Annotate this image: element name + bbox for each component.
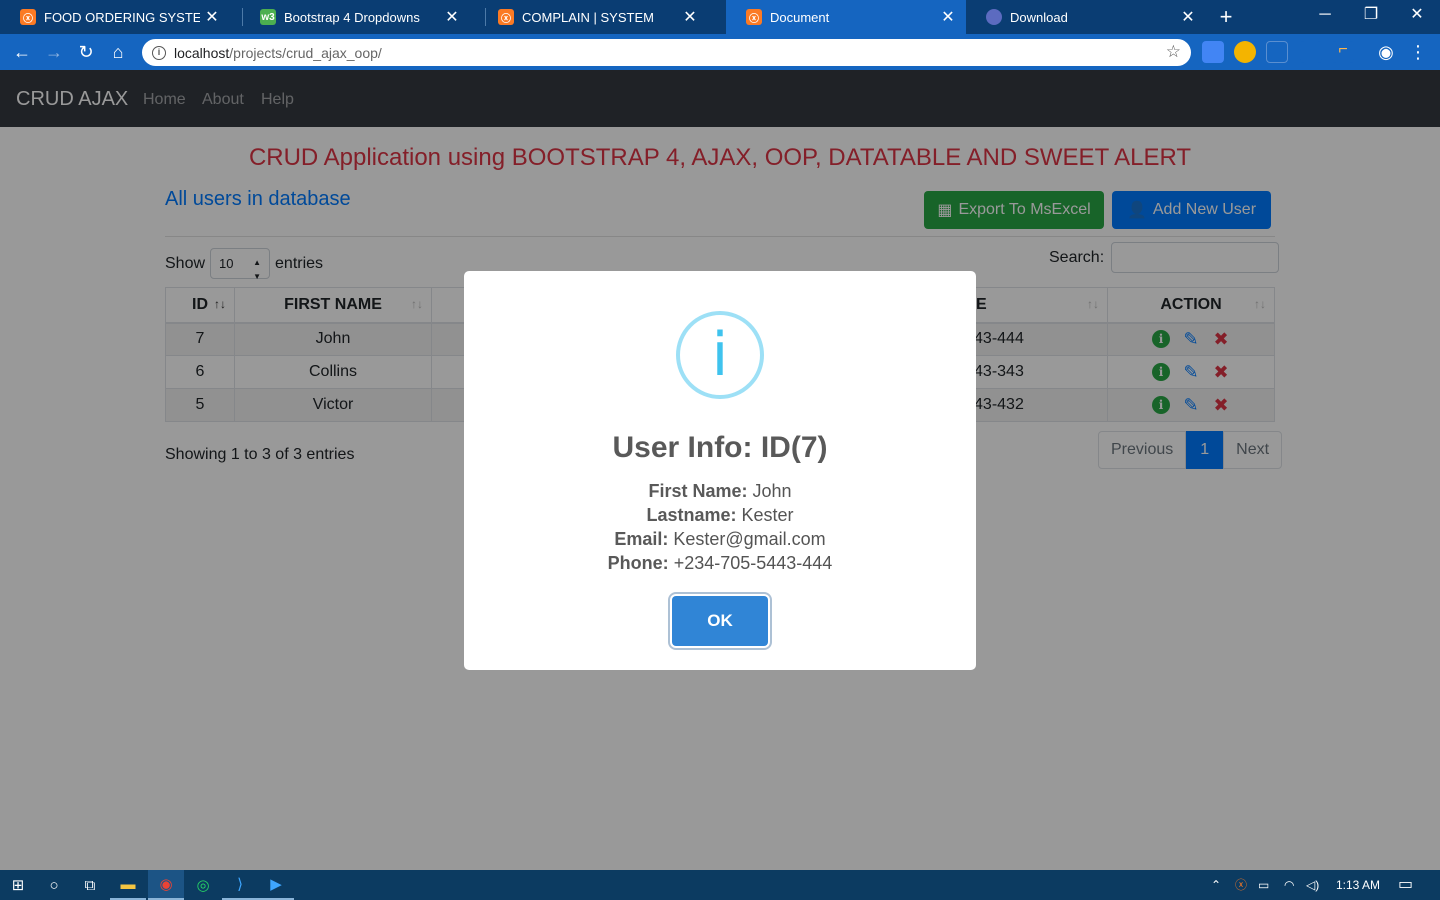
translate-extension-icon[interactable] bbox=[1202, 41, 1224, 63]
taskbar: ⊞ ○ ⧉ ▬ ◉ ◎ ⟩ ▶ ⌃ ⓧ ▭ ◠ ◁) 1:13 AM ▭ bbox=[0, 870, 1440, 900]
user-info-modal: i User Info: ID(7) First Name: John Last… bbox=[464, 271, 976, 670]
profile-icon[interactable]: ◉ bbox=[1372, 38, 1400, 66]
tab-title: Document bbox=[770, 9, 830, 25]
forward-arrow-icon[interactable]: → bbox=[40, 38, 68, 66]
close-icon[interactable]: ✕ bbox=[936, 7, 960, 27]
chrome-icon[interactable]: ◉ bbox=[148, 870, 184, 900]
extension-icon[interactable] bbox=[1234, 41, 1256, 63]
notifications-icon[interactable]: ▭ bbox=[1398, 870, 1413, 900]
url-host: localhost bbox=[174, 44, 230, 61]
url-path: /projects/crud_ajax_oop/ bbox=[229, 44, 382, 61]
field-value: +234-705-5443-444 bbox=[673, 553, 833, 573]
xampp-icon: ⓧ bbox=[20, 9, 36, 25]
page: CRUD AJAX Home About Help CRUD Applicati… bbox=[0, 70, 1440, 870]
field-label: Phone: bbox=[607, 553, 669, 573]
field-label: Email: bbox=[614, 529, 669, 549]
info-icon[interactable]: i bbox=[152, 45, 166, 60]
volume-icon[interactable]: ◁) bbox=[1306, 870, 1319, 900]
restore-button[interactable]: ❐ bbox=[1348, 0, 1394, 34]
w3-icon: w3 bbox=[260, 9, 276, 25]
tab-title: FOOD ORDERING SYSTEM bbox=[44, 9, 200, 25]
pen-extension-icon[interactable] bbox=[1300, 41, 1322, 63]
bookmark-star-icon[interactable]: ☆ bbox=[1166, 42, 1181, 62]
modal-field: First Name: John bbox=[464, 479, 976, 503]
close-icon[interactable]: ✕ bbox=[200, 7, 224, 27]
battery-icon[interactable]: ▭ bbox=[1258, 870, 1269, 900]
close-icon[interactable]: ✕ bbox=[440, 7, 464, 27]
globe-icon bbox=[986, 9, 1002, 25]
search-circle-icon[interactable]: ○ bbox=[36, 870, 72, 900]
close-window-button[interactable]: ✕ bbox=[1394, 0, 1440, 34]
modal-field: Phone: +234-705-5443-444 bbox=[464, 551, 976, 575]
browser-toolbar: ← → ↻ ⌂ i localhost/projects/crud_ajax_o… bbox=[0, 34, 1440, 70]
tab-title: Download bbox=[1010, 9, 1068, 25]
field-label: First Name: bbox=[648, 481, 748, 501]
file-explorer-icon[interactable]: ▬ bbox=[110, 870, 146, 900]
xampp-tray-icon[interactable]: ⓧ bbox=[1235, 870, 1247, 900]
new-tab-button[interactable]: + bbox=[1212, 4, 1240, 30]
ok-button[interactable]: OK bbox=[672, 596, 768, 646]
address-bar[interactable]: i localhost/projects/crud_ajax_oop/ ☆ bbox=[142, 39, 1191, 66]
field-value: John bbox=[752, 481, 792, 501]
minimize-button[interactable]: ─ bbox=[1302, 0, 1348, 34]
menu-kebab-icon[interactable]: ⋮ bbox=[1404, 38, 1432, 66]
extension-icon[interactable] bbox=[1266, 41, 1288, 63]
modal-field: Email: Kester@gmail.com bbox=[464, 527, 976, 551]
windows-start-icon[interactable]: ⊞ bbox=[0, 870, 36, 900]
whatsapp-icon[interactable]: ◎ bbox=[185, 870, 221, 900]
tab-food-ordering[interactable]: ⓧ FOOD ORDERING SYSTEM ✕ bbox=[0, 0, 230, 34]
tab-title: COMPLAIN | SYSTEM bbox=[522, 9, 654, 25]
wifi-icon[interactable]: ◠ bbox=[1284, 870, 1294, 900]
modal-title: User Info: ID(7) bbox=[612, 431, 828, 464]
xampp-icon: ⓧ bbox=[498, 9, 514, 25]
media-player-icon[interactable]: ▶ bbox=[258, 870, 294, 900]
modal-content: First Name: John Lastname: Kester Email:… bbox=[464, 479, 976, 575]
close-icon[interactable]: ✕ bbox=[1176, 7, 1200, 27]
tray-chevron-icon[interactable]: ⌃ bbox=[1211, 870, 1221, 900]
modal-field: Lastname: Kester bbox=[464, 503, 976, 527]
tab-document[interactable]: ⓧ Document ✕ bbox=[726, 0, 966, 34]
back-arrow-icon[interactable]: ← bbox=[8, 38, 36, 66]
tab-bootstrap-dropdowns[interactable]: w3 Bootstrap 4 Dropdowns ✕ bbox=[240, 0, 470, 34]
home-icon[interactable]: ⌂ bbox=[104, 38, 132, 66]
field-value: Kester@gmail.com bbox=[673, 529, 826, 549]
info-circle-icon: i bbox=[676, 311, 764, 399]
clock[interactable]: 1:13 AM bbox=[1336, 870, 1380, 900]
extension-icon[interactable]: ⌐ bbox=[1332, 41, 1354, 63]
task-view-icon[interactable]: ⧉ bbox=[72, 870, 108, 900]
browser-tab-bar: ⓧ FOOD ORDERING SYSTEM ✕ w3 Bootstrap 4 … bbox=[0, 0, 1440, 34]
field-label: Lastname: bbox=[646, 505, 737, 525]
xampp-icon: ⓧ bbox=[746, 9, 762, 25]
tab-download[interactable]: Download ✕ bbox=[966, 0, 1206, 34]
close-icon[interactable]: ✕ bbox=[678, 7, 702, 27]
vscode-icon[interactable]: ⟩ bbox=[222, 870, 258, 900]
reload-icon[interactable]: ↻ bbox=[72, 38, 100, 66]
field-value: Kester bbox=[741, 505, 794, 525]
tab-title: Bootstrap 4 Dropdowns bbox=[284, 9, 420, 25]
tab-complain-system[interactable]: ⓧ COMPLAIN | SYSTEM ✕ bbox=[478, 0, 708, 34]
